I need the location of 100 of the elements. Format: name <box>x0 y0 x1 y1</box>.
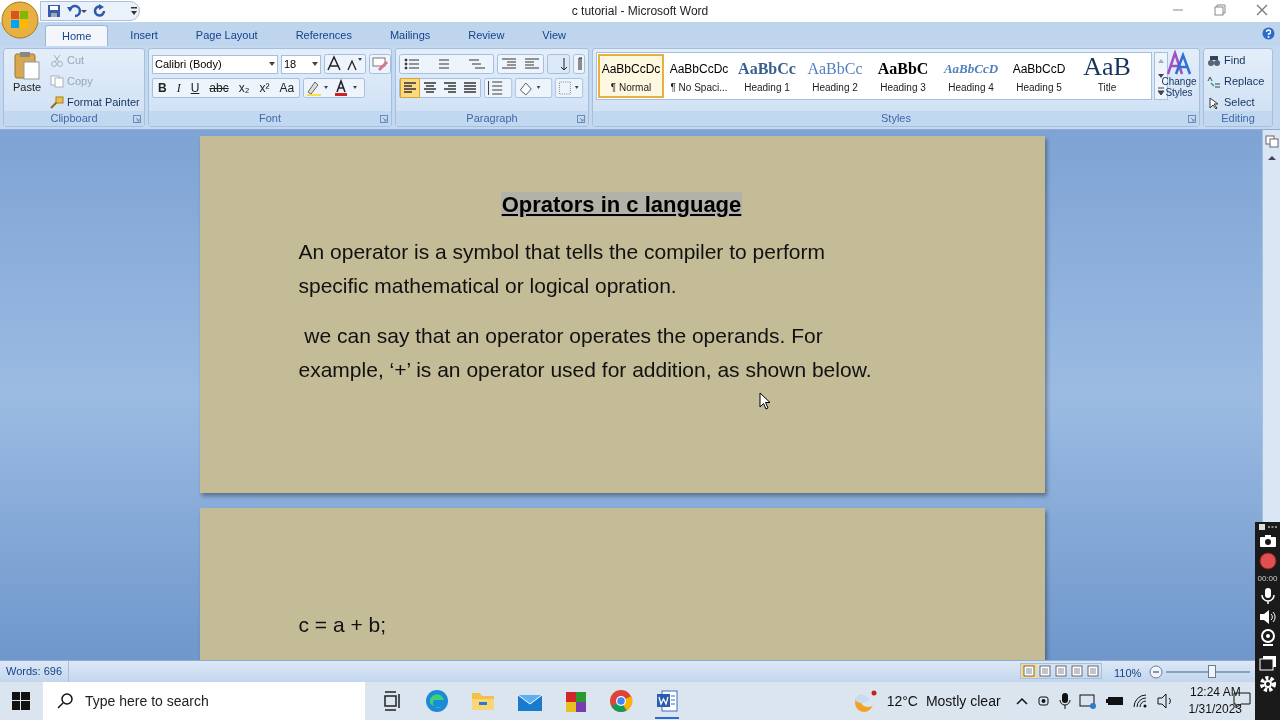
style-item[interactable]: AaBbCcDc ¶ Normal <box>598 54 664 98</box>
temperature-text: 12°C <box>886 691 918 711</box>
format-button[interactable]: x² <box>254 79 275 97</box>
print-layout-icon[interactable] <box>1021 664 1037 678</box>
draft-icon[interactable] <box>1085 664 1101 678</box>
screen-share-icon[interactable] <box>1078 693 1097 709</box>
edge-browser-icon[interactable] <box>425 689 449 713</box>
document-heading: Oprators in c language <box>500 192 743 217</box>
format-button[interactable]: Aa <box>274 79 300 97</box>
recorder-menu-icon[interactable] <box>1258 524 1277 530</box>
editing-button[interactable]: Select <box>1207 93 1265 112</box>
microphone-icon[interactable] <box>1260 587 1275 605</box>
slider-thumb[interactable] <box>1208 665 1217 678</box>
dropdown-icon[interactable] <box>312 62 318 66</box>
editing-button[interactable]: Replace <box>1207 72 1265 91</box>
windows-icon[interactable] <box>1258 655 1277 671</box>
style-item[interactable]: AaBbCcD Heading 5 <box>1006 54 1072 98</box>
clock[interactable]: 12:24 AM 1/31/2023 <box>1188 684 1242 718</box>
change-styles-icon <box>1166 50 1192 76</box>
colorful-app-icon[interactable] <box>565 689 587 713</box>
record-icon[interactable] <box>1258 552 1277 570</box>
style-item[interactable]: AaBbCcDc ¶ No Spaci... <box>666 54 732 98</box>
outline-icon[interactable] <box>1069 664 1085 678</box>
document-paragraph: we can say that an operator operates the operands. For example, ‘+’ is an operator used for addition, as shown below. <box>298 323 873 383</box>
group-label: Paragraph <box>466 111 518 127</box>
wifi-icon[interactable] <box>1132 694 1149 708</box>
paste-button[interactable]: Paste <box>7 51 47 113</box>
ribbon-tab[interactable]: References <box>279 25 368 46</box>
ribbon-tab[interactable]: Mailings <box>373 25 447 46</box>
camera-icon[interactable] <box>1258 534 1277 548</box>
mouse-pointer-icon <box>759 392 771 410</box>
spacing-shading-border-icons[interactable] <box>484 78 584 98</box>
ribbon-tab[interactable]: View <box>526 25 582 46</box>
search-icon <box>57 693 73 709</box>
brush-icon <box>50 95 64 109</box>
format-button[interactable]: abc <box>204 79 234 97</box>
clipboard-item[interactable]: Format Painter <box>50 93 140 111</box>
weather-icon[interactable] <box>852 689 877 713</box>
help-icon[interactable] <box>1262 27 1275 40</box>
style-item[interactable]: AaBbCc Heading 1 <box>734 54 800 98</box>
camera-icon[interactable] <box>1036 693 1051 709</box>
group-label: Styles <box>881 111 911 127</box>
folder-icon[interactable] <box>471 690 495 712</box>
style-item[interactable]: AaBbCc Heading 2 <box>802 54 868 98</box>
ribbon-tab[interactable]: Review <box>452 25 521 46</box>
zoom-out-icon[interactable] <box>1149 665 1163 679</box>
web-layout-icon[interactable] <box>1053 664 1069 678</box>
window-title: c tutorial - Microsoft Word <box>571 3 709 20</box>
format-button[interactable]: x₂ <box>233 79 255 97</box>
windows-start-icon[interactable] <box>12 692 30 710</box>
chevron-up-icon[interactable] <box>1014 696 1029 706</box>
group-label: Font <box>259 111 281 127</box>
save-icon[interactable] <box>47 4 61 18</box>
font-size-field[interactable]: 18 <box>281 54 321 74</box>
group-label: Clipboard <box>50 111 98 127</box>
cursor-icon <box>1207 96 1221 109</box>
task-view-icon[interactable] <box>381 690 403 712</box>
document-paragraph: c = a + b; <box>298 612 388 638</box>
list-and-indent-icons[interactable] <box>399 54 585 74</box>
format-button[interactable]: U <box>185 79 205 97</box>
webcam-icon[interactable] <box>1259 629 1276 647</box>
format-button[interactable]: I <box>171 79 186 97</box>
ribbon-tab[interactable]: Page Layout <box>179 25 274 46</box>
undo-icon[interactable] <box>67 4 87 18</box>
replace-icon <box>1207 75 1221 88</box>
dropdown-icon[interactable] <box>269 62 275 66</box>
clear-formatting-icon[interactable] <box>369 54 391 74</box>
highlight-and-font-color-icon[interactable] <box>303 78 366 98</box>
customize-toolbar-icon[interactable] <box>130 6 138 16</box>
ruler-toggle-icon[interactable] <box>1264 134 1279 148</box>
close-icon[interactable] <box>1256 4 1268 16</box>
recording-timer: 00:00 <box>1257 574 1278 583</box>
font-name-field[interactable]: Calibri (Body) <box>152 54 278 74</box>
style-item[interactable]: AaB Title <box>1074 54 1140 98</box>
search-field[interactable]: Type here to search <box>43 682 365 720</box>
microphone-icon[interactable] <box>1058 692 1071 710</box>
ribbon-tab[interactable]: Home <box>45 25 109 46</box>
weather-text: Mostly clear <box>925 691 1001 711</box>
format-button[interactable]: B <box>153 79 172 97</box>
style-item[interactable]: AaBbCcD Heading 4 <box>938 54 1004 98</box>
clipboard-icon <box>13 51 41 81</box>
word-app-icon[interactable] <box>655 689 679 713</box>
binoculars-icon <box>1207 54 1221 67</box>
zoom-level: 110% <box>1114 666 1142 681</box>
redo-icon[interactable] <box>93 4 107 18</box>
speaker-icon[interactable] <box>1258 609 1277 625</box>
editing-button[interactable]: Find <box>1207 51 1265 70</box>
document-paragraph: An operator is a symbol that tells the compiler to perform specific mathematical or logical opration. <box>298 239 826 299</box>
copy-icon <box>50 74 64 88</box>
ribbon-tab[interactable]: Insert <box>114 25 174 46</box>
change-styles-button[interactable]: Change Styles <box>1157 50 1201 98</box>
chrome-browser-icon[interactable] <box>609 689 633 713</box>
style-item[interactable]: AaBbC Heading 3 <box>870 54 936 98</box>
reading-icon[interactable] <box>1037 664 1053 678</box>
zoom-slider[interactable] <box>1166 665 1250 679</box>
font-size-buttons-icon[interactable] <box>324 54 366 74</box>
scissors-icon <box>50 53 64 67</box>
battery-icon[interactable] <box>1104 695 1125 707</box>
settings-icon[interactable] <box>1258 675 1277 693</box>
group-label: Editing <box>1221 111 1255 127</box>
